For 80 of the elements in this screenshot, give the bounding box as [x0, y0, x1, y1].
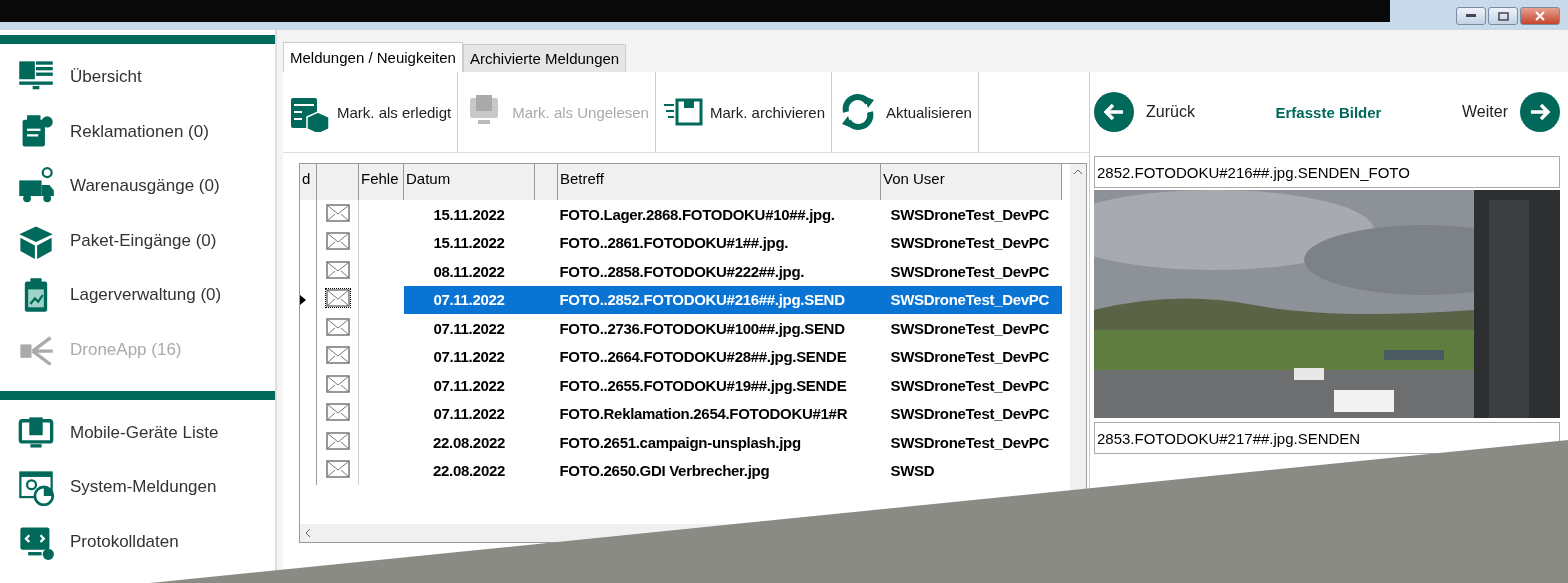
envelope-icon: [325, 403, 350, 422]
column-header[interactable]: Fehle: [358, 164, 404, 200]
user-cell: SWSDroneTest_DevPC: [880, 314, 1062, 343]
subject-cell-text: FOTO..2655.FOTODOKU#19##.jpg.SENDE: [558, 375, 848, 396]
sidebar-item[interactable]: Paket-Eingänge (0): [16, 213, 275, 268]
user-cell: SWSDroneTest_DevPC: [880, 285, 1062, 314]
envelope-icon: [325, 289, 350, 308]
date-cell: 08.11.2022: [403, 257, 535, 286]
column-header[interactable]: [534, 164, 558, 200]
date-cell-text: 07.11.2022: [432, 375, 506, 396]
image-caption: 2852.FOTODOKU#216##.jpg.SENDEN_FOTO: [1094, 156, 1560, 188]
viewer-title: Erfasste Bilder: [1275, 103, 1382, 121]
date-cell: 15.11.2022: [403, 200, 535, 229]
column-header[interactable]: d: [300, 164, 317, 200]
maximize-button[interactable]: [1488, 7, 1518, 25]
back-button[interactable]: Zurück: [1094, 92, 1195, 132]
user-cell-text: SWSDroneTest_DevPC: [889, 404, 1051, 425]
envelope-icon: [325, 374, 350, 393]
subject-cell-text: FOTO..2861.FOTODOKU#1##.jpg.: [558, 233, 790, 254]
subject-cell-text: FOTO.Reklamation.2654.FOTODOKU#1#R: [558, 404, 849, 425]
user-cell-text: SWSDroneTest_DevPC: [889, 347, 1051, 368]
truck-icon: [16, 167, 56, 205]
next-button[interactable]: Weiter: [1462, 92, 1560, 132]
sidebar-item[interactable]: Übersicht: [16, 49, 275, 105]
subject-cell: FOTO..2736.FOTODOKU#100##.jpg.SEND: [557, 314, 881, 343]
table-row[interactable]: 22.08.2022 FOTO.2651.campaign-unsplash.jpg SWSDroneTest_DevPC: [300, 428, 1062, 457]
sidebar-item[interactable]: Mobile-Geräte Liste: [16, 405, 275, 460]
table-row[interactable]: 15.11.2022 FOTO..2861.FOTODOKU#1##.jpg. SWSDroneTest_DevPC: [300, 228, 1062, 257]
sidebar-item[interactable]: Lagerverwaltung (0): [16, 267, 275, 323]
minimize-icon: [1466, 14, 1476, 18]
subject-cell-text: FOTO.2651.campaign-unsplash.jpg: [558, 432, 802, 453]
date-cell-text: 22.08.2022: [431, 432, 507, 453]
sidebar-item[interactable]: Reklamationen (0): [16, 104, 275, 159]
column-header[interactable]: Datum: [403, 164, 535, 200]
table-row[interactable]: 07.11.2022 FOTO..2736.FOTODOKU#100##.jpg.SEND SWSDroneTest_DevPC: [300, 314, 1062, 343]
date-cell-text: 07.11.2022: [432, 347, 506, 368]
user-cell-text: SWSDroneTest_DevPC: [889, 375, 1051, 396]
date-cell-text: 07.11.2022: [432, 404, 506, 425]
subject-cell: FOTO.Lager.2868.FOTODOKU#10##.jpg.: [557, 200, 881, 229]
column-header[interactable]: [316, 164, 359, 200]
table-row[interactable]: 07.11.2022 FOTO.Reklamation.2654.FOTODOKU#1#R SWSDroneTest_DevPC: [300, 399, 1062, 428]
row-pointer-icon: [300, 294, 306, 305]
table-row[interactable]: 22.08.2022 FOTO.2650.GDI Verbrecher.jpg SWSD: [300, 456, 1062, 485]
table-row[interactable]: 08.11.2022 FOTO..2858.FOTODOKU#222##.jpg. SWSDroneTest_DevPC: [300, 257, 1062, 286]
date-cell: 07.11.2022: [403, 285, 535, 314]
table-row[interactable]: 15.11.2022 FOTO.Lager.2868.FOTODOKU#10##.jpg. SWSDroneTest_DevPC: [300, 200, 1062, 229]
close-button[interactable]: [1520, 7, 1560, 25]
sidebar-item[interactable]: Protokolldaten: [16, 514, 275, 569]
envelope-icon: [325, 346, 350, 365]
search-window-icon: [16, 468, 56, 507]
user-cell: SWSDroneTest_DevPC: [880, 257, 1062, 286]
date-cell: 07.11.2022: [403, 314, 535, 343]
sidebar-item[interactable]: Warenausgänge (0): [16, 158, 275, 214]
sidebar-item[interactable]: System-Meldungen: [16, 460, 275, 515]
user-cell-text: SWSDroneTest_DevPC: [889, 233, 1051, 254]
subject-cell-text: FOTO..2664.FOTODOKU#28##.jpg.SENDE: [558, 347, 848, 368]
envelope-icon: [325, 431, 350, 450]
user-cell-text: SWSD: [889, 461, 936, 482]
minimize-button[interactable]: [1456, 7, 1486, 25]
maximize-icon: [1497, 11, 1509, 21]
table-row[interactable]: 07.11.2022 FOTO..2852.FOTODOKU#216##.jpg.SEND SWSDroneTest_DevPC: [300, 285, 1062, 314]
table-row[interactable]: 07.11.2022 FOTO..2664.FOTODOKU#28##.jpg.SENDE SWSDroneTest_DevPC: [300, 342, 1062, 371]
column-header[interactable]: Betreff: [557, 164, 881, 200]
date-cell-text: 22.08.2022: [431, 461, 507, 482]
column-header[interactable]: Von User: [880, 164, 1062, 200]
tab[interactable]: Archivierte Meldungen: [462, 44, 627, 72]
envelope-icon: [325, 203, 350, 222]
subject-cell: FOTO..2858.FOTODOKU#222##.jpg.: [557, 257, 881, 286]
tab[interactable]: Meldungen / Neuigkeiten: [283, 42, 463, 72]
user-cell-text: SWSDroneTest_DevPC: [889, 432, 1051, 453]
envelope-icon: [325, 260, 350, 279]
envelope-icon: [325, 317, 350, 336]
subject-cell: FOTO..2852.FOTODOKU#216##.jpg.SEND: [557, 285, 881, 314]
subject-cell-text: FOTO.2650.GDI Verbrecher.jpg: [558, 461, 771, 482]
user-cell: SWSDroneTest_DevPC: [880, 200, 1062, 229]
envelope-icon: [325, 460, 350, 479]
date-cell-text: 15.11.2022: [432, 233, 506, 254]
close-icon: [1535, 11, 1545, 21]
table-row[interactable]: 07.11.2022 FOTO..2655.FOTODOKU#19##.jpg.SENDE SWSDroneTest_DevPC: [300, 371, 1062, 400]
envelope-icon: [325, 232, 350, 251]
